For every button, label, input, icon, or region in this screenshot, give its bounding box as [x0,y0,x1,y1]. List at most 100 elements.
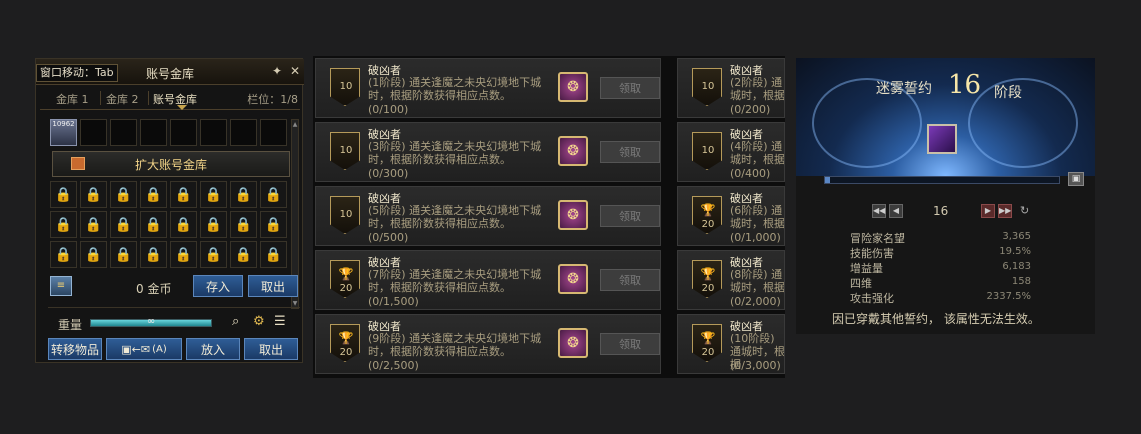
achievement-badge: 10 [330,132,360,170]
lock-icon: 🔒 [140,241,167,268]
vault-titlebar[interactable]: 窗口移动：Tab 账号金库 ✦ ✕ [36,59,304,85]
achievement-desc: (6阶段) 通城时，根据 [730,204,785,230]
stat-value: 2337.5% [986,291,1032,302]
trophy-icon: 🏆 [338,331,354,345]
achievement-desc: (9阶段) 通关逢魔之未央幻境地下城时，根据阶数获得相应点数。 [368,332,542,358]
vault-slot[interactable] [200,119,227,146]
claim-button[interactable]: 领取 [600,333,660,355]
achievement-badge: 🏆 20 [692,260,722,298]
gold-chest-icon[interactable]: ≡ [50,276,72,296]
expand-vault-button[interactable]: 扩大账号金库 [52,151,290,177]
auto-transfer-button[interactable]: ▣←✉ (A) [106,338,182,360]
achievement-row: 🏆 20 破凶者 (8阶段) 通城时，根据 (0/2,000) [677,250,785,310]
achievement-row: 10 破凶者 (4阶段) 通城时，根据 (0/400) [677,122,785,182]
trophy-icon: 🏆 [700,203,716,217]
pact-title: 迷雾誓约 [876,81,932,97]
achievement-badge: 10 [330,68,360,106]
vault-tabs: 金库 1 金库 2 账号金库 栏位：1/8 [40,88,300,110]
achievement-progress: (0/300) [368,167,409,180]
last-stage-icon[interactable]: ▶▶ [998,204,1012,218]
achievement-row: 🏆 20 破凶者 (6阶段) 通城时，根据 (0/1,000) [677,186,785,246]
achievement-progress: (0/2,500) [368,359,419,372]
stage-step-value: 16 [933,204,949,218]
lock-icon: 🔒 [230,181,257,208]
pin-icon[interactable]: ✦ [272,64,282,78]
expand-vault-icon [71,157,85,170]
vault-slot[interactable] [110,119,137,146]
achievement-desc: (7阶段) 通关逢魔之未央幻境地下城时，根据阶数获得相应点数。 [368,268,542,294]
claim-button[interactable]: 领取 [600,77,660,99]
vault-slot[interactable] [80,119,107,146]
lock-icon: 🔒 [110,241,137,268]
lock-icon: 🔒 [140,211,167,238]
next-stage-icon[interactable]: ▶ [981,204,995,218]
achievement-progress: (0/200) [730,103,771,116]
achievement-desc: (8阶段) 通城时，根据 [730,268,785,294]
reward-emblem-icon[interactable]: ❂ [558,264,588,294]
achievement-row: 10 破凶者 (3阶段) 通关逢魔之未央幻境地下城时，根据阶数获得相应点数。 (… [315,122,661,182]
pact-artwork [796,58,1095,176]
tab-account-vault[interactable]: 账号金库 [153,91,197,107]
slot-info: 栏位：1/8 [247,93,298,106]
tab-vault-1[interactable]: 金库 1 [56,91,89,107]
achievement-panel: 10 破凶者 (1阶段) 通关逢魔之未央幻境地下城时，根据阶数获得相应点数。 (… [313,56,785,378]
achievement-row: 10 破凶者 (1阶段) 通关逢魔之未央幻境地下城时，根据阶数获得相应点数。 (… [315,58,661,118]
take-out-button[interactable]: 取出 [244,338,298,360]
stat-label: 攻击强化 [850,292,894,305]
achievement-row: 10 破凶者 (5阶段) 通关逢魔之未央幻境地下城时，根据阶数获得相应点数。 (… [315,186,661,246]
lock-icon: 🔒 [260,241,287,268]
close-icon[interactable]: ✕ [290,64,300,78]
prev-stage-icon[interactable]: ◀ [889,204,903,218]
search-icon[interactable]: ⌕ [232,314,239,329]
achievement-progress: (0/2,000) [730,295,781,308]
lock-icon: 🔒 [260,181,287,208]
vault-slot[interactable] [260,119,287,146]
tab-divider [100,91,101,105]
badge-points: 20 [701,219,715,230]
deposit-button[interactable]: 存入 [193,275,243,297]
achievement-progress: (0/400) [730,167,771,180]
trophy-icon: 🏆 [700,267,716,281]
reward-emblem-icon[interactable]: ❂ [558,72,588,102]
vault-slot[interactable] [230,119,257,146]
put-in-button[interactable]: 放入 [186,338,240,360]
tab-vault-2[interactable]: 金库 2 [106,91,139,107]
vault-slot[interactable] [170,119,197,146]
vault-slot[interactable] [140,119,167,146]
badge-points: 10 [339,145,353,156]
claim-button[interactable]: 领取 [600,269,660,291]
transfer-items-button[interactable]: 转移物品 [48,338,102,360]
achievement-desc: (5阶段) 通关逢魔之未央幻境地下城时，根据阶数获得相应点数。 [368,204,542,230]
reward-emblem-icon[interactable]: ❂ [558,136,588,166]
reward-emblem-icon[interactable]: ❂ [558,200,588,230]
list-icon[interactable]: ☰ [274,314,286,329]
tab-divider [148,91,149,105]
pact-gem-icon[interactable] [927,124,957,154]
lock-icon: 🔒 [260,211,287,238]
lock-icon: 🔒 [230,211,257,238]
scroll-up-icon[interactable]: ▲ [292,121,298,128]
chest-icon[interactable]: ▣ [1068,172,1084,186]
window-move-hint: 窗口移动：Tab [36,64,118,82]
lock-icon: 🔒 [200,241,227,268]
vault-item-slot[interactable]: 10962 [50,119,77,146]
badge-points: 20 [339,347,353,358]
pact-inactive-note: 因已穿戴其他誓约， 该属性无法生效。 [832,312,1040,326]
gear-icon[interactable]: ⚙ [253,314,265,329]
badge-points: 10 [701,145,715,156]
lock-icon: 🔒 [170,181,197,208]
reward-emblem-icon[interactable]: ❂ [558,328,588,358]
lock-icon: 🔒 [110,181,137,208]
lock-icon: 🔒 [80,211,107,238]
claim-button[interactable]: 领取 [600,205,660,227]
claim-button[interactable]: 领取 [600,141,660,163]
achievement-badge: 🏆 20 [692,324,722,362]
achievement-desc: (2阶段) 通城时，根据 [730,76,785,102]
refresh-icon[interactable]: ↻ [1020,204,1029,217]
first-stage-icon[interactable]: ◀◀ [872,204,886,218]
achievement-badge: 10 [692,132,722,170]
lock-icon: 🔒 [230,241,257,268]
lock-icon: 🔒 [80,241,107,268]
scroll-down-icon[interactable]: ▼ [292,300,298,307]
withdraw-button[interactable]: 取出 [248,275,298,297]
